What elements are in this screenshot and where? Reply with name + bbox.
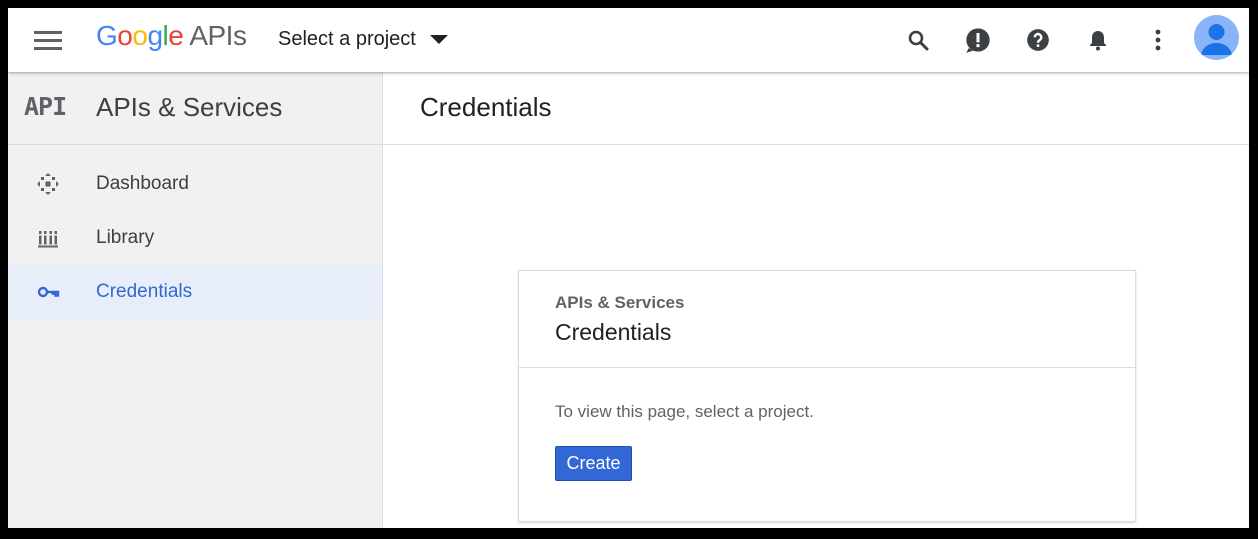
search-icon[interactable] <box>900 22 936 58</box>
api-logo-icon: API <box>24 92 67 121</box>
create-button[interactable]: Create <box>555 446 632 481</box>
page-header: Credentials <box>383 72 1249 145</box>
card-header: APIs & Services Credentials <box>519 271 1135 368</box>
app-window: Google APIs Select a project API APIs & S… <box>8 8 1249 528</box>
sidebar-item-dashboard[interactable]: Dashboard <box>8 157 382 211</box>
select-project-card: APIs & Services Credentials To view this… <box>518 270 1136 522</box>
feedback-icon[interactable] <box>960 22 996 58</box>
sidebar-header: API APIs & Services <box>8 72 382 145</box>
notifications-icon[interactable] <box>1080 22 1116 58</box>
logo-letter: o <box>132 20 148 51</box>
logo-letter: e <box>168 20 184 51</box>
top-app-bar: Google APIs Select a project <box>8 8 1249 72</box>
sidebar-item-library[interactable]: Library <box>8 211 382 265</box>
help-icon[interactable] <box>1020 22 1056 58</box>
menu-icon[interactable] <box>26 22 70 58</box>
sidebar-item-label: Dashboard <box>96 173 189 194</box>
sidebar-item-label: Library <box>96 227 155 248</box>
card-message: To view this page, select a project. <box>555 402 814 421</box>
sidebar-item-credentials[interactable]: Credentials <box>8 265 382 319</box>
project-selector-label: Select a project <box>278 27 416 50</box>
sidebar-nav: Dashboard Library Credentials <box>8 145 382 319</box>
sidebar-title: APIs & Services <box>96 92 283 122</box>
logo-letter: G <box>96 20 118 51</box>
logo-letter: o <box>117 20 133 51</box>
project-selector[interactable]: Select a project <box>278 24 448 54</box>
card-subtitle: APIs & Services <box>555 293 685 312</box>
library-icon <box>36 226 60 250</box>
sidebar-item-label: Credentials <box>96 281 193 302</box>
main-content: Credentials APIs & Services Credentials … <box>383 72 1249 528</box>
logo-letter: g <box>147 20 163 51</box>
dropdown-arrow-icon <box>429 34 448 44</box>
google-apis-logo[interactable]: Google APIs <box>96 20 247 52</box>
card-body: To view this page, select a project. Cre… <box>519 368 1135 518</box>
dashboard-icon <box>36 172 60 196</box>
account-avatar[interactable] <box>1194 15 1239 60</box>
sidebar: API APIs & Services Dashboard Library Cr… <box>8 72 383 528</box>
card-title: Credentials <box>555 319 672 345</box>
page-title: Credentials <box>420 92 552 122</box>
logo-product-name: APIs <box>189 20 247 51</box>
more-vert-icon[interactable] <box>1140 22 1176 58</box>
key-icon <box>36 280 60 304</box>
